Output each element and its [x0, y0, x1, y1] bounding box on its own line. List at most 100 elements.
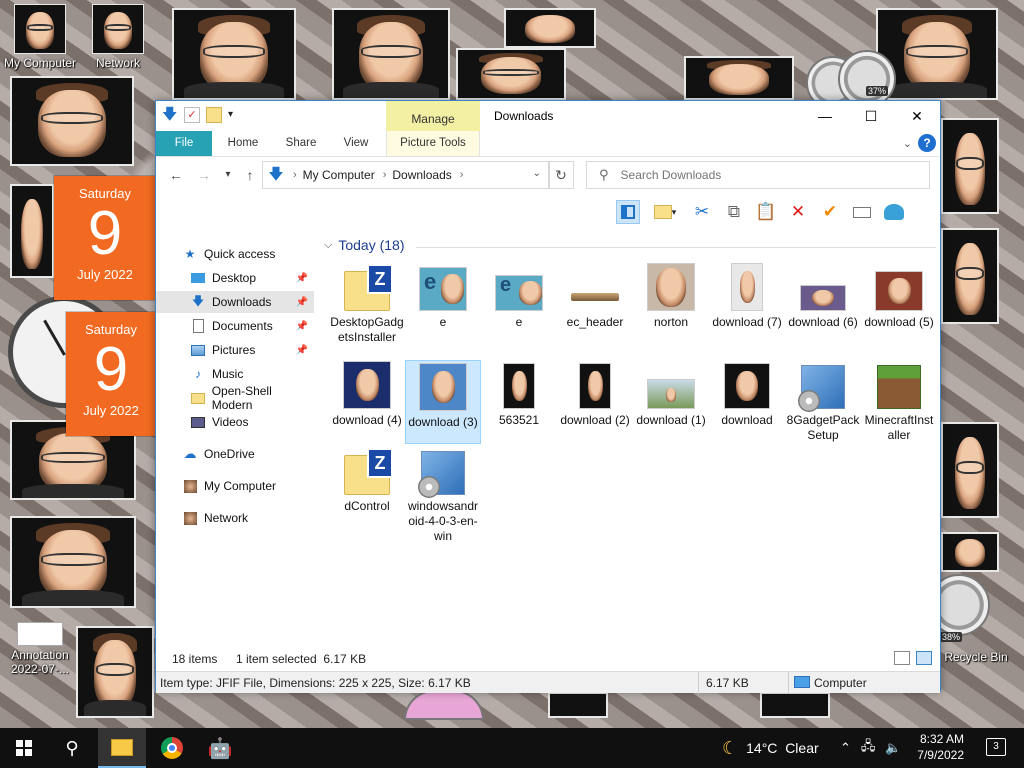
breadcrumb-separator-icon[interactable]: › — [460, 169, 464, 181]
close-button[interactable]: ✕ — [894, 101, 940, 131]
calendar-day: 9 — [87, 199, 123, 268]
desktop-icon-network[interactable]: Network — [78, 4, 158, 70]
large-icons-view-icon[interactable] — [916, 651, 932, 665]
delete-icon[interactable]: ✕ — [786, 200, 810, 224]
breadcrumb-separator-icon[interactable]: › — [383, 169, 387, 181]
nav-item-videos[interactable]: Videos — [156, 411, 314, 433]
tab-home[interactable]: Home — [218, 131, 268, 156]
tab-file[interactable]: File — [156, 131, 212, 156]
nav-item-downloads[interactable]: 🡇 Downloads 📌 — [156, 291, 314, 313]
nav-item-quick-access[interactable]: ★ Quick access — [156, 243, 314, 265]
new-folder-icon[interactable]: ▾ — [648, 200, 682, 224]
file-item[interactable]: e e — [406, 263, 480, 330]
search-box[interactable]: ⚲ — [586, 161, 930, 189]
chevron-down-icon[interactable]: ▾ — [228, 107, 244, 123]
chevron-down-icon[interactable]: ⌄ — [533, 168, 541, 179]
nav-item-documents[interactable]: Documents 📌 — [156, 315, 314, 337]
nav-item-open-shell-modern[interactable]: Open-Shell Modern — [156, 384, 314, 412]
file-item[interactable]: download — [710, 361, 784, 428]
forward-arrow-icon[interactable]: → — [194, 165, 214, 185]
nav-item-desktop[interactable]: Desktop 📌 — [156, 267, 314, 289]
chrome-taskbar-button[interactable] — [148, 728, 196, 768]
windows-logo-icon — [16, 740, 32, 756]
taskbar-clock[interactable]: 8:32 AM 7/9/2022 — [917, 731, 964, 763]
documents-icon — [190, 319, 206, 333]
image-thumbnail — [343, 361, 391, 409]
maximize-button[interactable]: ☐ — [848, 101, 894, 131]
desktop-icon-my-computer[interactable]: My Computer — [0, 4, 80, 70]
copy-icon[interactable]: ⧉ — [722, 200, 746, 224]
file-item[interactable]: norton — [634, 263, 708, 330]
expand-ribbon-icon[interactable]: ⌄ — [903, 137, 912, 150]
title-bar[interactable]: 🡇 ✓ ▾ Manage Downloads — ☐ ✕ — [156, 101, 940, 131]
search-input[interactable] — [620, 168, 901, 182]
weather-widget[interactable]: ☾ 14°C Clear — [722, 728, 819, 768]
breadcrumb-my-computer[interactable]: My Computer — [303, 168, 375, 182]
desktop-icon-recycle-bin[interactable]: Recycle Bin — [936, 650, 1016, 664]
nav-item-label: Documents — [212, 319, 273, 333]
ribbon-tabs: File Home Share View Picture Tools ⌄ ? — [156, 131, 940, 157]
address-bar[interactable]: 🡇 › My Computer › Downloads › ⌄ — [262, 161, 550, 189]
pin-icon[interactable]: 📌 — [296, 297, 308, 308]
file-item[interactable]: 563521 — [482, 361, 556, 428]
nav-item-my-computer[interactable]: My Computer — [156, 475, 314, 497]
network-icon[interactable]: 🖧 — [861, 737, 876, 759]
tab-picture-tools[interactable]: Picture Tools — [386, 131, 480, 156]
group-header[interactable]: ⌵ Today (18) — [324, 237, 405, 253]
up-arrow-icon[interactable]: ↑ — [240, 165, 260, 185]
new-folder-icon[interactable] — [206, 107, 222, 123]
file-item[interactable]: download (1) — [634, 361, 708, 428]
recent-locations-icon[interactable]: ▾ — [218, 165, 238, 185]
nav-item-music[interactable]: ♪ Music — [156, 363, 314, 385]
tab-share[interactable]: Share — [276, 131, 326, 156]
file-item[interactable]: dControl — [330, 447, 404, 514]
notifications-icon[interactable]: 3 — [986, 738, 1006, 756]
chevron-up-icon[interactable]: ⌃ — [840, 740, 851, 756]
image-thumbnail — [723, 263, 771, 311]
file-item[interactable]: e e — [482, 263, 556, 330]
file-item[interactable]: download (5) — [862, 263, 936, 330]
pin-icon[interactable]: 📌 — [296, 321, 308, 332]
shell-icon[interactable] — [882, 200, 906, 224]
file-label: e — [439, 315, 447, 329]
pin-icon[interactable]: 📌 — [296, 273, 308, 284]
file-item[interactable]: download (7) — [710, 263, 784, 330]
checkmark-icon[interactable]: ✔ — [818, 200, 842, 224]
start-button[interactable] — [0, 728, 48, 768]
file-item[interactable]: windowsandroid-4-0-3-en-win — [406, 447, 480, 544]
refresh-button[interactable]: ↻ — [548, 161, 574, 189]
file-item[interactable]: ec_header — [558, 263, 632, 330]
file-item[interactable]: download (2) — [558, 361, 632, 428]
tab-view[interactable]: View — [332, 131, 380, 156]
minimize-button[interactable]: — — [802, 101, 848, 131]
pin-icon[interactable]: 📌 — [296, 345, 308, 356]
file-item[interactable]: DesktopGadgetsInstaller — [330, 263, 404, 345]
file-item[interactable]: MinecraftInstaller — [862, 361, 936, 443]
file-item[interactable]: 8GadgetPackSetup — [786, 361, 860, 443]
clock-date: 7/9/2022 — [917, 748, 964, 762]
nav-item-network[interactable]: Network — [156, 507, 314, 529]
view-switcher — [894, 651, 932, 665]
help-icon[interactable]: ? — [918, 134, 936, 152]
desktop-icon-annotation[interactable]: Annotation 2022-07-... — [0, 622, 80, 676]
volume-icon[interactable]: 🔈 — [885, 740, 901, 756]
android-icon[interactable]: 🤖 — [196, 728, 244, 768]
file-explorer-taskbar-button[interactable] — [98, 728, 146, 768]
nav-item-onedrive[interactable]: ☁ OneDrive — [156, 443, 314, 465]
details-view-icon[interactable] — [894, 651, 910, 665]
file-item[interactable]: download (4) — [330, 361, 404, 428]
file-item[interactable]: download (6) — [786, 263, 860, 330]
paste-icon[interactable]: 📋 — [754, 200, 778, 224]
file-item-selected[interactable]: download (3) — [405, 360, 481, 444]
cut-icon[interactable]: ✂ — [690, 200, 714, 224]
chevron-down-icon[interactable]: ⌵ — [324, 239, 332, 252]
rename-icon[interactable] — [850, 200, 874, 224]
breadcrumb-downloads[interactable]: Downloads — [392, 168, 451, 182]
desktop-icon-label: Recycle Bin — [944, 650, 1008, 664]
back-arrow-icon[interactable]: ← — [166, 165, 186, 185]
preview-pane-icon[interactable] — [616, 200, 640, 224]
search-icon[interactable]: ⚲ — [48, 728, 96, 768]
nav-item-pictures[interactable]: Pictures 📌 — [156, 339, 314, 361]
properties-icon[interactable]: ✓ — [184, 107, 200, 123]
system-tray: ⌃ 🖧 🔈 — [840, 728, 902, 768]
